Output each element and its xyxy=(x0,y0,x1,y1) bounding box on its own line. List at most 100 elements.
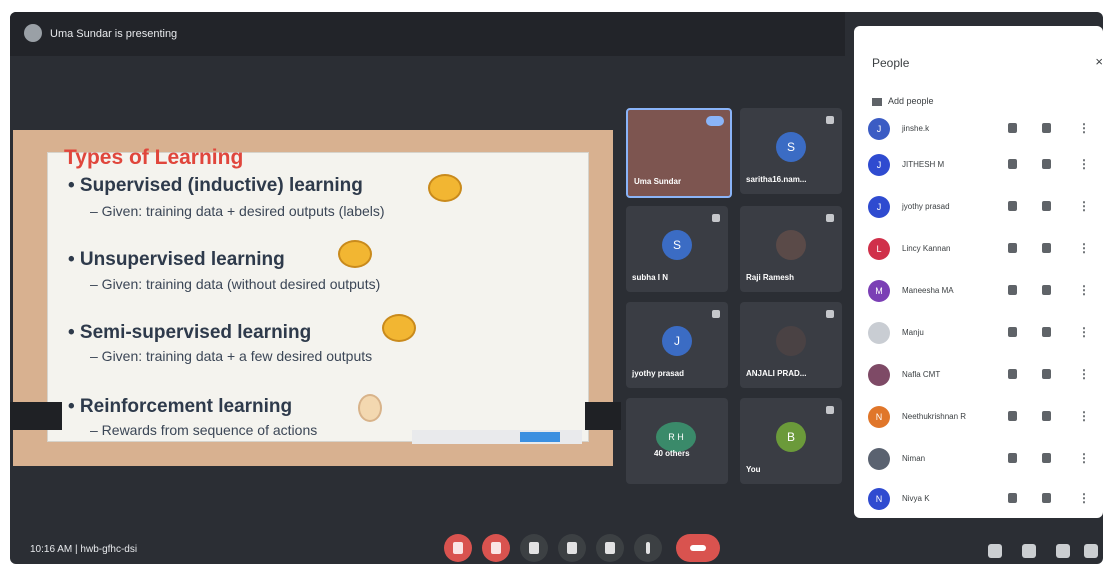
slide-footer-strip xyxy=(412,430,582,444)
more-options-icon[interactable]: ⋮ xyxy=(1078,409,1090,423)
emoji-icon xyxy=(338,240,372,268)
slide-bullet-heading: • Supervised (inductive) learning xyxy=(68,175,363,196)
add-people-button[interactable]: Add people xyxy=(872,96,934,106)
person-name: Nafla CMT xyxy=(902,370,941,379)
more-options-icon[interactable] xyxy=(706,116,724,126)
captions-button[interactable] xyxy=(520,534,548,562)
avatar: J xyxy=(662,326,692,356)
more-options-icon[interactable]: ⋮ xyxy=(1078,241,1090,255)
person-name: Lincy Kannan xyxy=(902,244,951,253)
people-list-item[interactable]: N Nivya K ⋮ xyxy=(868,484,1098,514)
more-options-icon[interactable]: ⋮ xyxy=(1078,367,1090,381)
pin-icon[interactable] xyxy=(1042,123,1051,133)
avatar: B xyxy=(776,422,806,452)
leave-call-button[interactable] xyxy=(676,534,720,562)
slide-bullet-heading: • Unsupervised learning xyxy=(68,249,285,270)
avatar: J xyxy=(868,196,890,218)
avatar xyxy=(776,230,806,260)
slide-title: Types of Learning xyxy=(64,146,244,169)
raise-hand-button[interactable] xyxy=(558,534,586,562)
participant-name: Raji Ramesh xyxy=(746,273,795,282)
avatar: S xyxy=(776,132,806,162)
slide-bar-left xyxy=(10,402,62,430)
participant-tile-others[interactable]: R H 40 others xyxy=(626,398,728,484)
participant-tile-self[interactable]: B You xyxy=(740,398,842,484)
slide-footer-button xyxy=(520,432,560,442)
mic-off-icon xyxy=(826,214,834,222)
people-list-item[interactable]: Jjyothy prasad ⋮ xyxy=(868,192,1098,222)
person-name: jyothy prasad xyxy=(902,202,950,211)
participant-tile[interactable]: ANJALI PRAD... xyxy=(740,302,842,388)
mic-off-icon xyxy=(826,310,834,318)
slide-bullet-detail: – Given: training data + desired outputs… xyxy=(90,203,385,219)
pin-icon[interactable] xyxy=(1042,243,1051,253)
more-options-icon[interactable]: ⋮ xyxy=(1078,157,1090,171)
mic-off-icon xyxy=(1008,327,1017,337)
participant-tile[interactable]: S saritha16.nam... xyxy=(740,108,842,194)
pin-icon[interactable] xyxy=(1042,493,1051,503)
people-list-item[interactable]: J JITHESH M ⋮ xyxy=(868,150,1098,180)
presenting-label: Uma Sundar is presenting xyxy=(50,28,178,40)
mic-off-icon xyxy=(1008,159,1017,169)
slide-bullet-heading: • Reinforcement learning xyxy=(68,396,293,417)
hand-icon xyxy=(567,542,577,554)
participant-tile[interactable]: J jyothy prasad xyxy=(626,302,728,388)
person-name: JITHESH M xyxy=(902,160,945,169)
slide-bar-right xyxy=(585,402,621,430)
pin-icon[interactable] xyxy=(1042,369,1051,379)
mic-off-icon xyxy=(1008,493,1017,503)
more-options-button[interactable] xyxy=(634,534,662,562)
participant-name: Uma Sundar xyxy=(634,177,682,186)
panel-title: People xyxy=(872,56,910,70)
people-panel: People × Add people Jjinshe.k ⋮ J JITHESH … xyxy=(854,26,1103,518)
avatar: J xyxy=(868,154,890,176)
people-list-item[interactable]: Niman ⋮ xyxy=(868,444,1098,474)
avatar: N xyxy=(868,488,890,510)
mic-off-icon xyxy=(1008,123,1017,133)
chat-icon[interactable] xyxy=(1056,544,1070,558)
avatar: L xyxy=(868,238,890,260)
more-options-icon[interactable]: ⋮ xyxy=(1078,325,1090,339)
participant-name: You xyxy=(746,465,761,474)
avatar: N xyxy=(868,406,890,428)
camera-off-icon xyxy=(491,542,501,554)
participant-tile[interactable]: S subha I N xyxy=(626,206,728,292)
person-name: Neethukrishnan R xyxy=(902,412,967,421)
participant-tile[interactable]: Raji Ramesh xyxy=(740,206,842,292)
pin-icon[interactable] xyxy=(1042,159,1051,169)
more-options-icon[interactable]: ⋮ xyxy=(1078,283,1090,297)
mic-toggle-button[interactable] xyxy=(444,534,472,562)
avatar xyxy=(868,322,890,344)
present-button[interactable] xyxy=(596,534,624,562)
info-icon[interactable] xyxy=(988,544,1002,558)
close-icon[interactable]: × xyxy=(1095,54,1103,69)
people-list-item[interactable]: M Maneesha MA ⋮ xyxy=(868,276,1098,306)
participant-tile[interactable]: Uma Sundar xyxy=(626,108,732,198)
more-options-icon[interactable]: ⋮ xyxy=(1078,491,1090,505)
people-list-item[interactable]: Jjinshe.k ⋮ xyxy=(868,114,1098,144)
captions-icon xyxy=(529,542,539,554)
more-options-icon[interactable]: ⋮ xyxy=(1078,121,1090,135)
people-icon[interactable] xyxy=(1022,544,1036,558)
emoji-icon xyxy=(428,174,462,202)
more-options-icon[interactable]: ⋮ xyxy=(1078,451,1090,465)
pin-icon[interactable] xyxy=(1042,285,1051,295)
person-name: Niman xyxy=(902,454,926,463)
pin-icon[interactable] xyxy=(1042,201,1051,211)
camera-toggle-button[interactable] xyxy=(482,534,510,562)
people-list-item[interactable]: L Lincy Kannan ⋮ xyxy=(868,234,1098,264)
people-list-item[interactable]: Nafla CMT ⋮ xyxy=(868,360,1098,390)
avatar: S xyxy=(662,230,692,260)
mic-off-icon xyxy=(826,406,834,414)
pin-icon[interactable] xyxy=(1042,411,1051,421)
more-vert-icon xyxy=(646,542,650,554)
activities-icon[interactable] xyxy=(1084,544,1098,558)
mic-off-icon xyxy=(1008,285,1017,295)
pin-icon[interactable] xyxy=(1042,327,1051,337)
mic-off-icon xyxy=(1008,201,1017,211)
pin-icon[interactable] xyxy=(1042,453,1051,463)
people-list-item[interactable]: N Neethukrishnan R ⋮ xyxy=(868,402,1098,432)
more-options-icon[interactable]: ⋮ xyxy=(1078,199,1090,213)
person-name: Maneesha MA xyxy=(902,286,954,295)
people-list-item[interactable]: Manju ⋮ xyxy=(868,318,1098,348)
